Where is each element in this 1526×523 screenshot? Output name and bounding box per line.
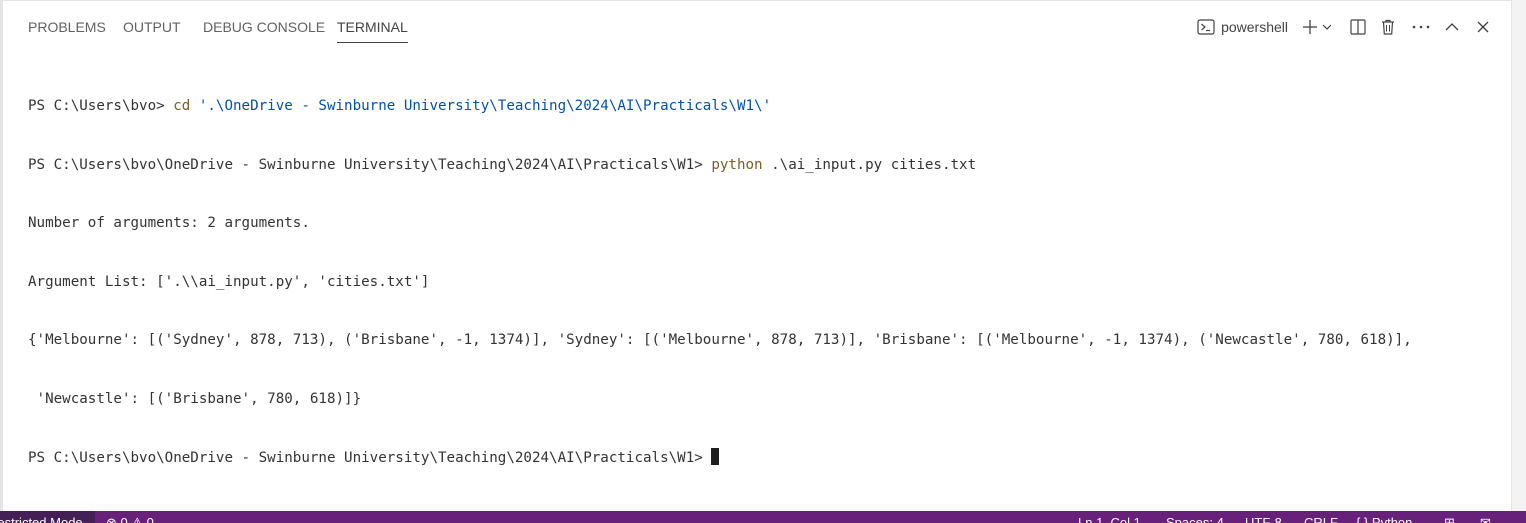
terminal-cursor <box>711 448 720 465</box>
tab-output[interactable]: OUTPUT <box>123 13 181 43</box>
prompt: PS C:\Users\bvo\OneDrive - Swinburne Uni… <box>28 450 712 466</box>
eol-indicator[interactable]: CRLF <box>1304 513 1338 523</box>
terminal-output[interactable]: PS C:\Users\bvo> cd '.\OneDrive - Swinbu… <box>28 58 1508 507</box>
terminal-selector[interactable]: powershell <box>1197 16 1288 38</box>
terminal-line: PS C:\Users\bvo> cd '.\OneDrive - Swinbu… <box>28 97 1508 117</box>
new-terminal-button[interactable] <box>1302 16 1318 38</box>
tab-debug-console[interactable]: DEBUG CONSOLE <box>203 13 325 43</box>
indentation-indicator[interactable]: Spaces: 4 <box>1166 513 1224 523</box>
terminal-name: powershell <box>1221 19 1288 35</box>
maximize-panel-button[interactable] <box>1445 16 1459 38</box>
restricted-mode-label: Restricted Mode <box>0 515 83 523</box>
more-actions-button[interactable] <box>1412 16 1430 38</box>
problems-indicator[interactable]: ⊗ 0 ⚠ 0 <box>106 513 154 523</box>
chevron-down-icon <box>1322 22 1332 32</box>
prompt: PS C:\Users\bvo> <box>28 98 174 114</box>
prompt: PS C:\Users\bvo\OneDrive - Swinburne Uni… <box>28 156 712 173</box>
panel-left-border <box>0 0 3 511</box>
scrollbar-gutter[interactable] <box>1511 0 1526 511</box>
notifications-icon[interactable]: ✉ <box>1480 513 1491 523</box>
terminal-line: {'Melbourne': [('Sydney', 878, 713), ('B… <box>28 332 1412 348</box>
command-name: python <box>711 156 763 173</box>
status-bar: Restricted Mode ⊗ 0 ⚠ 0 Ln 1, Col 1 Spac… <box>0 511 1526 523</box>
panel-actions: powershell <box>1197 16 1489 38</box>
more-icon <box>1412 25 1430 29</box>
encoding-indicator[interactable]: UTF-8 <box>1245 513 1282 523</box>
feedback-icon[interactable]: ⊞ <box>1444 513 1455 523</box>
terminal-line: Argument List: ['.\\ai_input.py', 'citie… <box>28 273 430 290</box>
terminal-line: PS C:\Users\bvo\OneDrive - Swinburne Uni… <box>28 156 1508 176</box>
split-terminal-button[interactable] <box>1350 16 1366 38</box>
terminal-line: 'Newcastle': [('Brisbane', 780, 618)]} <box>28 390 362 407</box>
panel-tab-bar: PROBLEMS OUTPUT DEBUG CONSOLE TERMINAL p… <box>3 5 1511 43</box>
close-panel-button[interactable] <box>1477 16 1489 38</box>
tab-terminal[interactable]: TERMINAL <box>337 13 408 43</box>
terminal-profiles-dropdown[interactable] <box>1322 16 1332 38</box>
command-argument: '.\OneDrive - Swinburne University\Teach… <box>190 98 772 114</box>
plus-icon <box>1302 19 1318 35</box>
cursor-position[interactable]: Ln 1, Col 1 <box>1078 513 1141 523</box>
command-name: cd <box>173 98 191 114</box>
terminal-icon <box>1197 19 1215 35</box>
terminal-line: PS C:\Users\bvo\OneDrive - Swinburne Uni… <box>28 448 1508 468</box>
tab-problems[interactable]: PROBLEMS <box>28 13 106 43</box>
split-icon <box>1350 19 1366 35</box>
chevron-up-icon <box>1445 22 1459 32</box>
command-argument: .\ai_input.py cities.txt <box>762 156 977 173</box>
trash-icon <box>1381 19 1395 35</box>
close-icon <box>1477 21 1489 33</box>
vscode-panel-window: PROBLEMS OUTPUT DEBUG CONSOLE TERMINAL p… <box>0 0 1526 523</box>
restricted-mode-indicator[interactable]: Restricted Mode <box>0 511 95 523</box>
terminal-line: Number of arguments: 2 arguments. <box>28 215 310 231</box>
kill-terminal-button[interactable] <box>1381 16 1395 38</box>
language-mode[interactable]: { } Python <box>1356 513 1412 523</box>
